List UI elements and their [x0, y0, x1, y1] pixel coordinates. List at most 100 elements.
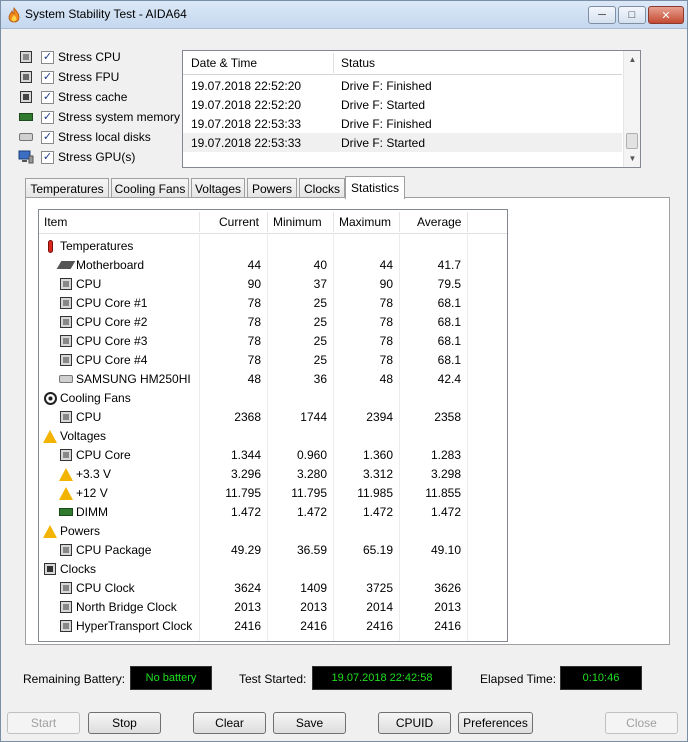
- tab-powers[interactable]: Powers: [247, 178, 297, 198]
- group-row[interactable]: Cooling Fans: [39, 388, 507, 407]
- minimum-value: 40: [313, 258, 327, 272]
- stress-fpu-option[interactable]: ✓ Stress FPU: [17, 67, 180, 87]
- average-value: 49.10: [430, 543, 461, 557]
- row-name: CPU Core #3: [59, 334, 147, 348]
- table-row[interactable]: +12 V 11.795 11.795 11.985 11.855: [39, 483, 507, 502]
- start-button[interactable]: Start: [7, 712, 80, 734]
- table-row[interactable]: CPU Core #2 78 25 78 68.1: [39, 312, 507, 331]
- table-row[interactable]: CPU Package 49.29 36.59 65.19 49.10: [39, 540, 507, 559]
- row-label: Temperatures: [60, 239, 134, 253]
- minimum-value: 25: [313, 296, 327, 310]
- disk-icon: [17, 129, 35, 145]
- table-row[interactable]: CPU Core #4 78 25 78 68.1: [39, 350, 507, 369]
- stress-fpu-checkbox[interactable]: ✓: [41, 70, 54, 84]
- table-row[interactable]: SAMSUNG HM250HI 48 36 48 42.4: [39, 369, 507, 388]
- group-row[interactable]: Temperatures: [39, 236, 507, 255]
- table-row[interactable]: CPU Core 1.344 0.960 1.360 1.283: [39, 445, 507, 464]
- group-row[interactable]: Powers: [39, 521, 507, 540]
- current-value: 3624: [234, 581, 261, 595]
- log-row[interactable]: 19.07.2018 22:52:20 Drive F: Finished: [183, 76, 622, 95]
- table-row[interactable]: North Bridge Clock 2013 2013 2014 2013: [39, 597, 507, 616]
- row-name: HyperTransport Clock: [59, 619, 192, 633]
- current-value: 1.344: [230, 448, 261, 462]
- table-row[interactable]: DIMM 1.472 1.472 1.472 1.472: [39, 502, 507, 521]
- save-button[interactable]: Save: [273, 712, 346, 734]
- header-item[interactable]: Item: [44, 215, 67, 229]
- scroll-thumb[interactable]: [626, 133, 638, 149]
- scroll-down-icon[interactable]: ▼: [624, 150, 641, 167]
- log-scrollbar[interactable]: ▲ ▼: [623, 51, 640, 167]
- row-label: CPU Core #1: [76, 296, 148, 310]
- stress-cpu-checkbox[interactable]: ✓: [41, 50, 54, 64]
- header-maximum[interactable]: Maximum: [339, 215, 391, 229]
- minimum-value: 3.280: [296, 467, 327, 481]
- average-value: 2013: [434, 600, 461, 614]
- maximize-button[interactable]: □: [618, 6, 646, 24]
- log-status: Drive F: Started: [341, 98, 426, 112]
- fan-icon: [43, 391, 57, 405]
- group-row[interactable]: Clocks: [39, 559, 507, 578]
- log-header-datetime[interactable]: Date & Time: [191, 56, 257, 70]
- table-row[interactable]: Motherboard 44 40 44 41.7: [39, 255, 507, 274]
- average-value: 11.855: [425, 486, 461, 500]
- tab-cooling-fans[interactable]: Cooling Fans: [111, 178, 189, 198]
- title-bar[interactable]: System Stability Test - AIDA64 ─ □ ✕: [1, 1, 687, 29]
- table-row[interactable]: +3.3 V 3.296 3.280 3.312 3.298: [39, 464, 507, 483]
- scroll-up-icon[interactable]: ▲: [624, 51, 641, 68]
- average-value: 3626: [434, 581, 461, 595]
- battery-value: No battery: [130, 666, 212, 690]
- stress-cpu-option[interactable]: ✓ Stress CPU: [17, 47, 180, 67]
- tab-voltages[interactable]: Voltages: [191, 178, 245, 198]
- stress-memory-option[interactable]: ✓ Stress system memory: [17, 107, 180, 127]
- stress-cache-checkbox[interactable]: ✓: [41, 90, 54, 104]
- table-row[interactable]: CPU 90 37 90 79.5: [39, 274, 507, 293]
- row-label: +3.3 V: [76, 467, 112, 481]
- tab-statistics[interactable]: Statistics: [345, 176, 405, 199]
- average-value: 2416: [434, 619, 461, 633]
- maximum-value: 78: [379, 353, 393, 367]
- tab-temperatures[interactable]: Temperatures: [25, 178, 109, 198]
- minimize-button[interactable]: ─: [588, 6, 616, 24]
- table-row[interactable]: CPU Clock 3624 1409 3725 3626: [39, 578, 507, 597]
- stress-gpu-option[interactable]: ✓ Stress GPU(s): [17, 147, 180, 167]
- stress-disks-checkbox[interactable]: ✓: [41, 130, 54, 144]
- log-row[interactable]: 19.07.2018 22:53:33 Drive F: Started: [183, 133, 622, 152]
- clear-button[interactable]: Clear: [193, 712, 266, 734]
- table-row[interactable]: HyperTransport Clock 2416 2416 2416 2416: [39, 616, 507, 635]
- preferences-button[interactable]: Preferences: [458, 712, 533, 734]
- header-current[interactable]: Current: [219, 215, 259, 229]
- table-row[interactable]: CPU Core #3 78 25 78 68.1: [39, 331, 507, 350]
- cpuid-button[interactable]: CPUID: [378, 712, 451, 734]
- group-row[interactable]: Voltages: [39, 426, 507, 445]
- log-header-status[interactable]: Status: [341, 56, 375, 70]
- row-label: CPU: [76, 410, 102, 424]
- minimum-value: 0.960: [296, 448, 327, 462]
- table-row[interactable]: CPU Core #1 78 25 78 68.1: [39, 293, 507, 312]
- table-row[interactable]: CPU 2368 1744 2394 2358: [39, 407, 507, 426]
- stress-fpu-label: Stress FPU: [58, 70, 120, 84]
- stress-memory-checkbox[interactable]: ✓: [41, 110, 54, 124]
- motherboard-icon: [56, 258, 76, 272]
- stress-memory-label: Stress system memory: [58, 110, 181, 124]
- log-row[interactable]: 19.07.2018 22:53:33 Drive F: Finished: [183, 114, 622, 133]
- row-label: Clocks: [60, 562, 97, 576]
- header-minimum[interactable]: Minimum: [273, 215, 322, 229]
- stop-button[interactable]: Stop: [88, 712, 161, 734]
- close-button[interactable]: Close: [605, 712, 678, 734]
- maximum-value: 11.985: [357, 486, 393, 500]
- close-window-button[interactable]: ✕: [648, 6, 684, 24]
- row-name: Cooling Fans: [43, 391, 131, 405]
- average-value: 2358: [434, 410, 461, 424]
- stress-gpu-checkbox[interactable]: ✓: [41, 150, 54, 164]
- tab-clocks[interactable]: Clocks: [299, 178, 345, 198]
- row-label: CPU Core #4: [76, 353, 148, 367]
- statistics-table[interactable]: Item Current Minimum Maximum Average Tem…: [38, 209, 508, 642]
- header-average[interactable]: Average: [417, 215, 461, 229]
- minimum-value: 25: [313, 315, 327, 329]
- event-log[interactable]: Date & Time Status 19.07.2018 22:52:20 D…: [182, 50, 641, 168]
- minimum-value: 36.59: [296, 543, 327, 557]
- minimum-value: 25: [313, 353, 327, 367]
- stress-disks-option[interactable]: ✓ Stress local disks: [17, 127, 180, 147]
- stress-cache-option[interactable]: ✓ Stress cache: [17, 87, 180, 107]
- log-row[interactable]: 19.07.2018 22:52:20 Drive F: Started: [183, 95, 622, 114]
